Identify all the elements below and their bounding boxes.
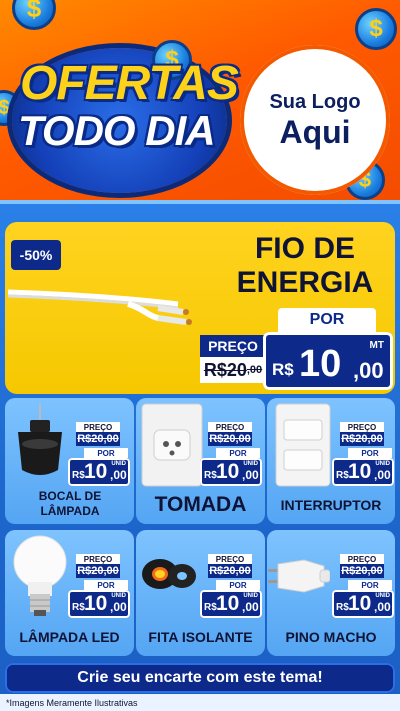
old-price: R$20,00: [208, 432, 252, 446]
old-price-dec: ,00: [246, 364, 263, 376]
preco-label: PREÇO: [340, 422, 384, 432]
price-currency: R$: [204, 602, 217, 613]
old-price: R$20,00: [340, 564, 384, 578]
preco-label: PREÇO: [200, 335, 266, 357]
por-label: POR: [216, 580, 260, 590]
price-integer: 10: [84, 460, 108, 483]
price-tag: PREÇO R$20,00 POR R$ 10 ,00 UNID: [68, 554, 130, 618]
por-label: POR: [84, 448, 128, 458]
price-decimal: ,00: [374, 468, 391, 482]
product-name: TOMADA: [154, 493, 247, 516]
current-price: R$ 10 ,00 UNID: [200, 590, 262, 618]
product-name: INTERRUPTOR: [280, 497, 382, 513]
current-price: R$ 10 ,00 UNID: [68, 590, 130, 618]
coin-icon: $: [12, 0, 56, 30]
title-todo-dia: TODO DIA: [18, 107, 216, 154]
price-integer: 10: [216, 592, 240, 615]
price-integer: 10: [84, 592, 108, 615]
price-integer: 10: [299, 343, 342, 385]
price-tag: PREÇO R$20,00 POR R$ 10 ,00 UNID: [200, 422, 262, 486]
price-unit: UNID: [243, 461, 258, 467]
header-banner: $ $ $ $ $ OFERTAS TODO DIA Sua Logo Aqui: [0, 0, 400, 205]
price-decimal: ,00: [110, 600, 127, 614]
outlet-icon: [141, 403, 203, 487]
preco-label: PREÇO: [340, 554, 384, 564]
logo-text-line2: Aqui: [279, 113, 351, 150]
price-integer: 10: [348, 592, 372, 615]
por-label: POR: [348, 448, 392, 458]
old-price: R$20,00: [340, 432, 384, 446]
led-bulb-icon: [13, 535, 67, 616]
cta-button[interactable]: Crie seu encarte com este tema!: [5, 663, 395, 693]
old-price: R$20,00: [76, 432, 120, 446]
price-decimal: ,00: [374, 600, 391, 614]
lamp-socket-icon: [18, 404, 62, 475]
price-unit: MT: [369, 340, 384, 351]
price-decimal: ,00: [353, 358, 384, 383]
price-unit: UNID: [111, 593, 126, 599]
price-tag: PREÇO R$20,00 POR R$ 10 ,00 UNID: [68, 422, 130, 486]
current-price: R$ 10 ,00 UNID: [200, 458, 262, 486]
price-unit: UNID: [375, 593, 390, 599]
featured-title-line2: ENERGIA: [236, 266, 374, 299]
old-price: R$20,00: [76, 564, 120, 578]
price-integer: 10: [216, 460, 240, 483]
old-price-int: R$20: [203, 359, 247, 380]
price-tag: PREÇO R$20,00 POR R$ 10 ,00 UNID: [200, 554, 262, 618]
preco-label: PREÇO: [208, 422, 252, 432]
price-tag: PREÇO R$20,00 POR R$ 10 ,00 UNID: [332, 422, 394, 486]
discount-badge: -50%: [11, 240, 61, 270]
old-price: R$20,00: [200, 357, 266, 383]
logo-text-line1: Sua Logo: [269, 90, 361, 113]
title-ofertas: OFERTAS: [20, 57, 239, 110]
current-price: R$ 10 ,00 UNID: [332, 590, 394, 618]
product-name: LÂMPADA LED: [19, 629, 120, 645]
current-price: R$ 10 ,00 UNID: [332, 458, 394, 486]
price-unit: UNID: [243, 593, 258, 599]
price-currency: R$: [272, 360, 294, 379]
preco-label: PREÇO: [208, 554, 252, 564]
price-currency: R$: [72, 470, 85, 481]
por-label: POR: [84, 580, 128, 590]
price-unit: UNID: [375, 461, 390, 467]
price-decimal: ,00: [242, 600, 259, 614]
price-currency: R$: [204, 470, 217, 481]
price-integer: 10: [348, 460, 372, 483]
featured-price: R$ 10 ,00 MT: [263, 332, 393, 390]
por-label: POR: [216, 448, 260, 458]
plug-icon: [268, 559, 330, 593]
featured-title-line1: FIO DE: [254, 232, 355, 265]
product-name: BOCAL DE LÂMPADA: [38, 489, 102, 518]
price-tag: PREÇO R$20,00 POR R$ 10 ,00 UNID: [332, 554, 394, 618]
coin-icon: $: [355, 8, 397, 50]
footer-disclaimer: *Imagens Meramente Ilustrativas: [0, 694, 400, 711]
logo-placeholder[interactable]: Sua Logo Aqui: [240, 45, 390, 195]
product-name: PINO MACHO: [285, 629, 377, 645]
price-currency: R$: [336, 470, 349, 481]
tape-icon: [142, 559, 196, 589]
preco-label: PREÇO: [76, 422, 120, 432]
switch-icon: [275, 403, 331, 487]
featured-title: FIO DE ENERGIA: [215, 232, 395, 300]
price-currency: R$: [72, 602, 85, 613]
current-price: R$ 10 ,00 UNID: [68, 458, 130, 486]
price-decimal: ,00: [110, 468, 127, 482]
price-decimal: ,00: [242, 468, 259, 482]
product-name: FITA ISOLANTE: [148, 629, 253, 645]
preco-label: PREÇO: [76, 554, 120, 564]
por-label: POR: [348, 580, 392, 590]
cable-icon: [8, 289, 192, 325]
price-currency: R$: [336, 602, 349, 613]
por-label: POR: [278, 308, 376, 332]
old-price: R$20,00: [208, 564, 252, 578]
price-unit: UNID: [111, 461, 126, 467]
